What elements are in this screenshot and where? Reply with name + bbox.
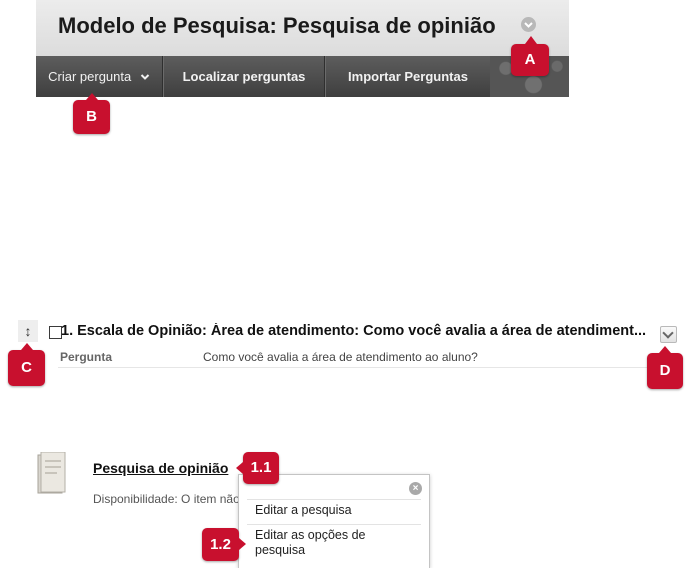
callout-1-1-label: 1.1 — [250, 459, 272, 476]
callout-d: D — [647, 346, 683, 389]
survey-icon — [37, 452, 66, 494]
drag-handle-icon[interactable]: ↕ — [18, 320, 38, 342]
callout-pointer — [86, 93, 98, 100]
callout-a-label: A — [524, 51, 536, 68]
callout-b: B — [73, 93, 110, 134]
import-questions-button[interactable]: Importar Perguntas — [326, 56, 490, 97]
question-text: Como você avalia a área de atendimento a… — [203, 350, 478, 364]
menu-divider — [247, 524, 421, 525]
survey-availability: Disponibilidade: O item não — [93, 492, 240, 506]
chevron-down-icon-glyph — [524, 22, 533, 28]
find-questions-button[interactable]: Localizar perguntas — [164, 56, 324, 97]
menu-divider — [247, 499, 421, 500]
callout-pointer — [236, 462, 243, 474]
create-question-label: Criar pergunta — [48, 69, 132, 84]
survey-link[interactable]: Pesquisa de opinião — [93, 460, 228, 476]
page-header: Modelo de Pesquisa: Pesquisa de opinião — [36, 0, 569, 57]
callout-c: C — [8, 343, 45, 386]
menu-item-edit-options[interactable]: Editar as opções de pesquisa — [255, 528, 415, 558]
question-menu-chevron-icon[interactable] — [660, 326, 677, 343]
survey-context-menu: × Editar a pesquisa Editar as opções de … — [238, 474, 430, 568]
chevron-down-icon[interactable] — [521, 17, 536, 32]
chevron-down-icon — [140, 74, 150, 80]
close-icon[interactable]: × — [409, 482, 422, 495]
callout-a: A — [511, 36, 549, 76]
action-bar: Criar pergunta Localizar perguntas Impor… — [36, 56, 569, 97]
callout-c-label: C — [21, 359, 32, 376]
callout-pointer — [21, 343, 33, 350]
callout-1-1: 1.1 — [236, 452, 279, 484]
callout-pointer — [525, 36, 537, 44]
question-label: Pergunta — [60, 350, 113, 364]
page-title: Modelo de Pesquisa: Pesquisa de opinião — [58, 13, 496, 38]
create-question-button[interactable]: Criar pergunta — [36, 56, 162, 97]
callout-d-label: D — [659, 362, 671, 379]
callout-b-label: B — [86, 108, 97, 125]
callout-pointer — [659, 346, 671, 353]
callout-1-2-label: 1.2 — [210, 536, 231, 553]
callout-pointer — [239, 538, 246, 550]
question-title: 1. Escala de Opinião: Área de atendiment… — [61, 323, 647, 339]
menu-item-edit-survey[interactable]: Editar a pesquisa — [255, 503, 415, 518]
question-detail-row: Pergunta Como você avalia a área de aten… — [58, 347, 680, 368]
callout-1-2: 1.2 — [202, 528, 246, 561]
